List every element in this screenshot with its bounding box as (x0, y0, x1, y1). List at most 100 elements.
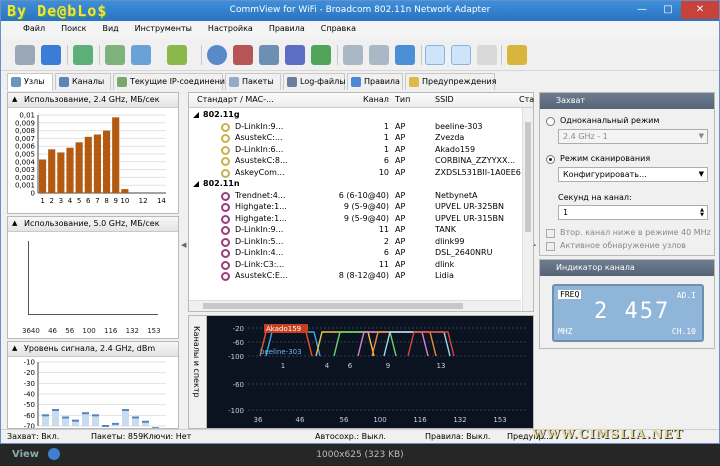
tab-logs[interactable]: Log-файлы (283, 73, 346, 90)
x-tick-label: 14 (157, 197, 166, 205)
menu-search[interactable]: Поиск (53, 21, 94, 36)
node-row[interactable]: D-Link:C3:... 11 AP dlink (189, 260, 521, 271)
status-keys: Ключи: Нет (143, 432, 192, 441)
spectrum-label: beeline-303 (260, 348, 302, 356)
node-row[interactable]: AskeyCom... 10 AP ZXDSL531BII-1A0EE6 (189, 168, 521, 179)
y-tick-label: 0,002 (15, 174, 35, 182)
node-reassoc-icon[interactable] (395, 45, 415, 65)
search-icon[interactable] (207, 45, 227, 65)
node-row[interactable]: Highgate:1... 9 (5-9@40) AP UPVEL UR-325BN (189, 202, 521, 213)
reconstruct-icon[interactable] (285, 45, 305, 65)
single-channel-label: Одноканальный режим (560, 116, 660, 125)
single-channel-select[interactable]: 2.4 GHz - 1 ▼ (558, 129, 708, 144)
x-tick-label: 1 (281, 362, 285, 370)
filter-control-icon[interactable] (477, 45, 497, 65)
col-type[interactable]: Тип (395, 95, 410, 104)
menu-settings[interactable]: Настройка (200, 21, 261, 36)
node-row[interactable]: D-LinkIn:9... 1 AP beeline-303 (189, 122, 521, 133)
scan-mode-radio[interactable] (546, 155, 555, 164)
y-tick-label: -20 (233, 325, 244, 333)
y-tick-label: 0,004 (15, 158, 36, 166)
node-row[interactable]: Highgate:1... 9 (5-9@40) AP UPVEL UR-315BN (189, 214, 521, 225)
logs-icon (287, 77, 297, 87)
statistics-icon[interactable] (311, 45, 331, 65)
x-tick-label: 56 (340, 416, 349, 424)
y-tick-label: 0,005 (15, 151, 35, 159)
seconds-per-channel-stepper[interactable]: 1 ▲ ▼ (558, 205, 708, 220)
new-icon[interactable] (105, 45, 125, 65)
mac-alias-icon[interactable] (343, 45, 363, 65)
col-status[interactable]: Ста (519, 95, 534, 104)
node-row[interactable]: D-LinkIn:6... 1 AP Akado159 (189, 145, 521, 156)
start-capture-icon[interactable] (15, 45, 35, 65)
wep-keys-icon[interactable] (507, 45, 527, 65)
collapse-icon[interactable]: ◢ (193, 179, 199, 188)
collapse-icon[interactable]: ▲ (12, 95, 17, 103)
filter-data-icon[interactable] (451, 45, 471, 65)
menu-file[interactable]: Файл (15, 21, 53, 36)
signal-24ghz-title: Уровень сигнала, 2.4 GHz, dBm (24, 344, 156, 353)
node-list-hscroll[interactable] (189, 300, 521, 311)
stop-capture-icon[interactable] (41, 45, 61, 65)
node-row[interactable]: D-LinkIn:4... 6 AP DSL_2640NRU (189, 248, 521, 259)
node-row[interactable]: Trendnet:4... 6 (6-10@40) AP NetbynetA (189, 191, 521, 202)
group-row[interactable]: ◢ 802.11g (189, 110, 521, 121)
x-tick-label: 10 (120, 197, 129, 205)
nodes-icon (11, 77, 21, 87)
node-row[interactable]: AsustekC:E... 8 (8-12@40) AP Lidia (189, 271, 521, 282)
node-row[interactable]: D-LinkIn:9... 11 AP TANK (189, 225, 521, 236)
spectrum-chart: -20-60-1001 4 6 9 13Akado159beeline-303-60-1… (228, 324, 526, 424)
filter-all-icon[interactable] (425, 45, 445, 65)
tab-alerts[interactable]: Предупреждения (405, 73, 496, 90)
col-channel[interactable]: Канал (363, 95, 389, 104)
splitter-left-icon[interactable]: ◀ (181, 241, 186, 249)
menu-view[interactable]: Вид (94, 21, 126, 36)
y-tick-label: -70 (24, 423, 35, 429)
open-log-icon[interactable] (73, 45, 93, 65)
lower40-checkbox[interactable] (546, 229, 555, 238)
col-standard-mac[interactable]: Стандарт / MAC-... (197, 95, 274, 104)
capture-panel: Захват Одноканальный режим 2.4 GHz - 1 ▼ … (539, 92, 715, 256)
x-tick-label: 9 (386, 362, 390, 370)
tab-ip-connections[interactable]: Текущие IP-соединения (113, 73, 230, 90)
x-tick-label: 8 (104, 197, 108, 205)
y-tick-label: 0 (31, 190, 35, 198)
bar (75, 142, 83, 193)
menu-tools[interactable]: Инструменты (127, 21, 200, 36)
ip-alias-icon[interactable] (369, 45, 389, 65)
tab-packets[interactable]: Пакеты (225, 73, 281, 90)
y-tick-label: -10 (24, 359, 35, 367)
active-discovery-checkbox[interactable] (546, 242, 555, 251)
title-bar: CommView for WiFi - Broadcom 802.11n Net… (1, 1, 719, 21)
status-packets: Пакеты: 859 (91, 432, 144, 441)
tools-icon[interactable] (259, 45, 279, 65)
node-row[interactable]: AsustekC:8... 6 AP CORBINA_ZZYYXX... (189, 156, 521, 167)
node-row[interactable]: AsustekC:... 1 AP Zvezda (189, 133, 521, 144)
edit-icon[interactable] (167, 45, 187, 65)
bar (48, 149, 56, 193)
col-ssid[interactable]: SSID (435, 95, 454, 104)
configure-select[interactable]: Конфигурировать... ▼ (558, 167, 708, 182)
maximize-button[interactable]: □ (655, 1, 681, 19)
tab-channels[interactable]: Каналы (55, 73, 111, 90)
collapse-icon[interactable]: ◢ (193, 110, 199, 119)
tab-nodes[interactable]: Узлы (7, 73, 53, 91)
collapse-icon[interactable]: ▲ (12, 219, 17, 227)
collapse-icon[interactable]: ▲ (12, 344, 17, 352)
tab-rules[interactable]: Правила (347, 73, 403, 90)
group-row[interactable]: ◢ 802.11n (189, 179, 521, 190)
access-point-icon (221, 214, 230, 224)
save-icon[interactable] (131, 45, 151, 65)
find-icon[interactable] (233, 45, 253, 65)
single-channel-radio[interactable] (546, 117, 555, 126)
menu-help[interactable]: Справка (313, 21, 364, 36)
node-row[interactable]: D-LinkIn:5... 2 AP dlink99 (189, 237, 521, 248)
y-tick-label: 0,008 (15, 127, 35, 135)
minimize-button[interactable]: — (629, 1, 655, 19)
x-tick-label: 6 (86, 197, 91, 205)
access-point-icon (221, 191, 230, 201)
node-list-vscroll[interactable] (522, 108, 533, 311)
close-button[interactable]: ✕ (681, 1, 719, 19)
menu-rules[interactable]: Правила (261, 21, 313, 36)
app-window: CommView for WiFi - Broadcom 802.11n Net… (0, 0, 720, 444)
